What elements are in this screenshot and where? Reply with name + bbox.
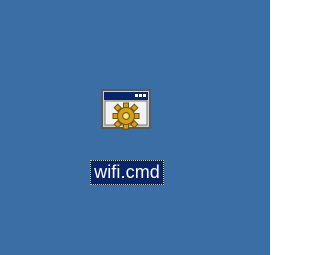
desktop-file-item[interactable]: wifi.cmd (82, 86, 172, 196)
file-name-text: wifi.cmd (90, 159, 164, 185)
batch-file-gear-icon (101, 89, 151, 130)
file-name-label[interactable]: wifi.cmd (82, 159, 172, 185)
desktop[interactable]: wifi.cmd (0, 0, 270, 255)
